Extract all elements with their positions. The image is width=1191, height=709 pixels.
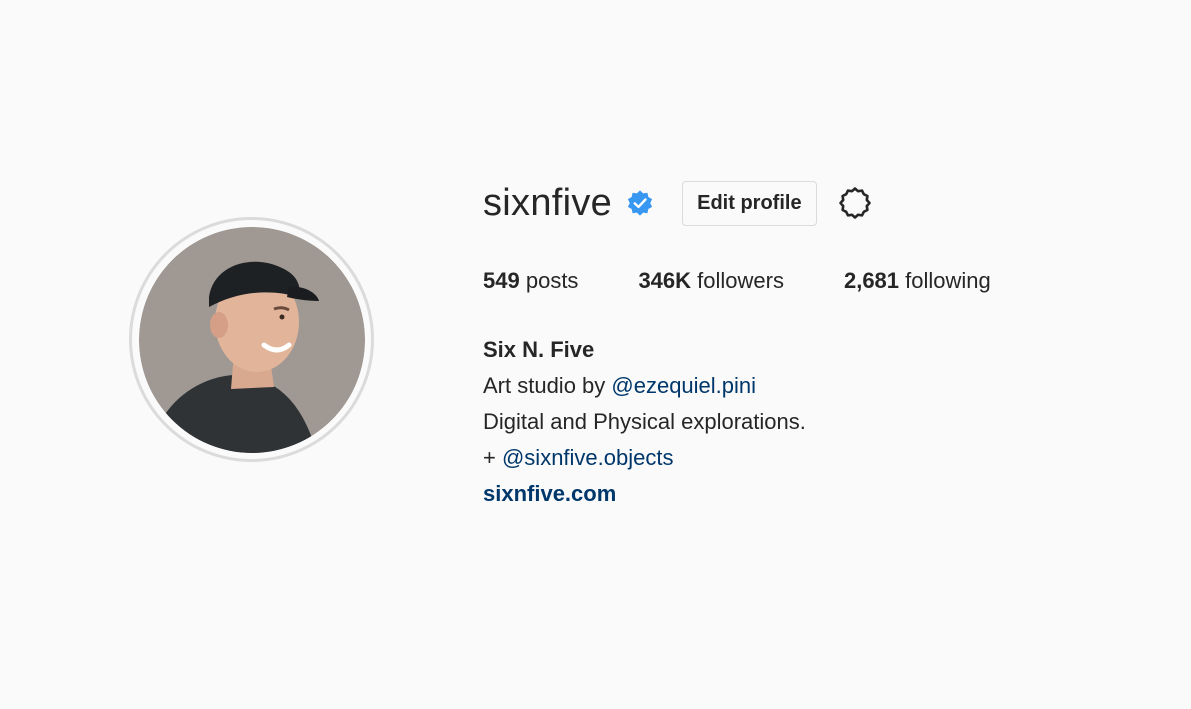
bio: Six N. Five Art studio by @ezequiel.pini…	[483, 332, 1103, 512]
avatar[interactable]	[138, 226, 365, 453]
profile-header-row: sixnfive Edit profile	[483, 178, 1103, 228]
bio-line-3: + @sixnfive.objects	[483, 440, 1103, 476]
following-stat[interactable]: 2,681 following	[844, 266, 991, 296]
bio-line-2: Digital and Physical explorations.	[483, 409, 806, 434]
verified-badge-icon	[628, 190, 653, 216]
profile-stats: 549 posts 346K followers 2,681 following	[483, 266, 1103, 296]
settings-button[interactable]	[837, 185, 873, 221]
posts-count: 549	[483, 268, 520, 293]
posts-label: posts	[525, 268, 579, 293]
bio-line-3-text: +	[483, 445, 502, 470]
following-label: following	[905, 268, 991, 293]
followers-count: 346K	[638, 268, 692, 293]
bio-line-1-text: Art studio by	[483, 373, 612, 398]
followers-stat[interactable]: 346K followers	[638, 266, 784, 296]
following-count: 2,681	[843, 268, 900, 293]
posts-stat[interactable]: 549 posts	[483, 266, 578, 296]
full-name: Six N. Five	[483, 337, 595, 362]
gear-icon[interactable]	[837, 185, 873, 221]
followers-label: followers	[697, 268, 784, 293]
avatar-ring[interactable]	[129, 217, 374, 462]
edit-profile-button[interactable]: Edit profile	[682, 180, 817, 226]
profile-page: sixnfive Edit profile 549 posts 346K fol…	[0, 0, 1191, 709]
username: sixnfive	[483, 182, 613, 224]
profile-info: sixnfive Edit profile 549 posts 346K fol…	[483, 178, 1103, 512]
bio-line-1: Art studio by @ezequiel.pini	[483, 368, 1103, 404]
website-link[interactable]: sixnfive.com	[483, 476, 1103, 512]
mention-link-objects[interactable]: @sixnfive.objects	[502, 445, 674, 470]
mention-link-ezequiel[interactable]: @ezequiel.pini	[611, 373, 756, 398]
